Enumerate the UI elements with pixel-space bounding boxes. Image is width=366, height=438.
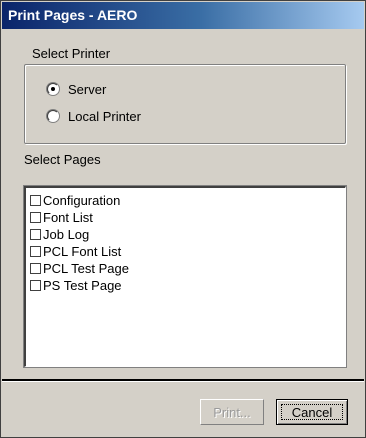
checkbox-icon[interactable]: [30, 280, 41, 291]
list-item-label: Font List: [43, 210, 93, 225]
checkbox-icon[interactable]: [30, 195, 41, 206]
separator: [2, 379, 364, 382]
select-pages-label: Select Pages: [24, 152, 101, 167]
list-item-label: PCL Test Page: [43, 261, 129, 276]
radio-local-printer-label: Local Printer: [68, 108, 141, 124]
list-item-label: Configuration: [43, 193, 121, 208]
list-item-label: PS Test Page: [43, 278, 122, 293]
checkbox-icon[interactable]: [30, 212, 41, 223]
radio-server-label: Server: [68, 81, 107, 97]
list-item-label: PCL Font List: [43, 244, 122, 259]
radio-server[interactable]: Server: [47, 80, 106, 98]
radio-button-icon[interactable]: [47, 110, 59, 122]
cancel-button[interactable]: Cancel: [276, 399, 348, 425]
checkbox-icon[interactable]: [30, 263, 41, 274]
print-pages-dialog: Print Pages - AERO Select Printer Server…: [0, 0, 366, 438]
print-button-label: Print...: [213, 404, 251, 420]
radio-button-icon[interactable]: [47, 83, 59, 95]
list-item-pcl-test-page[interactable]: PCL Test Page: [30, 260, 129, 277]
window-title: Print Pages - AERO: [8, 7, 138, 23]
checkbox-icon[interactable]: [30, 246, 41, 257]
title-bar[interactable]: Print Pages - AERO: [2, 2, 364, 29]
checkbox-icon[interactable]: [30, 229, 41, 240]
list-item-configuration[interactable]: Configuration: [30, 192, 120, 209]
list-item-pcl-font-list[interactable]: PCL Font List: [30, 243, 121, 260]
radio-local-printer[interactable]: Local Printer: [47, 107, 141, 125]
list-item-ps-test-page[interactable]: PS Test Page: [30, 277, 122, 294]
pages-listbox[interactable]: Configuration Font List Job Log PCL Font…: [24, 186, 346, 367]
select-printer-group: [24, 64, 346, 144]
print-button[interactable]: Print...: [200, 399, 264, 425]
select-printer-label: Select Printer: [30, 46, 113, 61]
list-item-font-list[interactable]: Font List: [30, 209, 93, 226]
radio-selected-dot: [51, 87, 55, 91]
list-item-label: Job Log: [43, 227, 90, 242]
cancel-button-label: Cancel: [291, 404, 333, 420]
list-item-job-log[interactable]: Job Log: [30, 226, 89, 243]
